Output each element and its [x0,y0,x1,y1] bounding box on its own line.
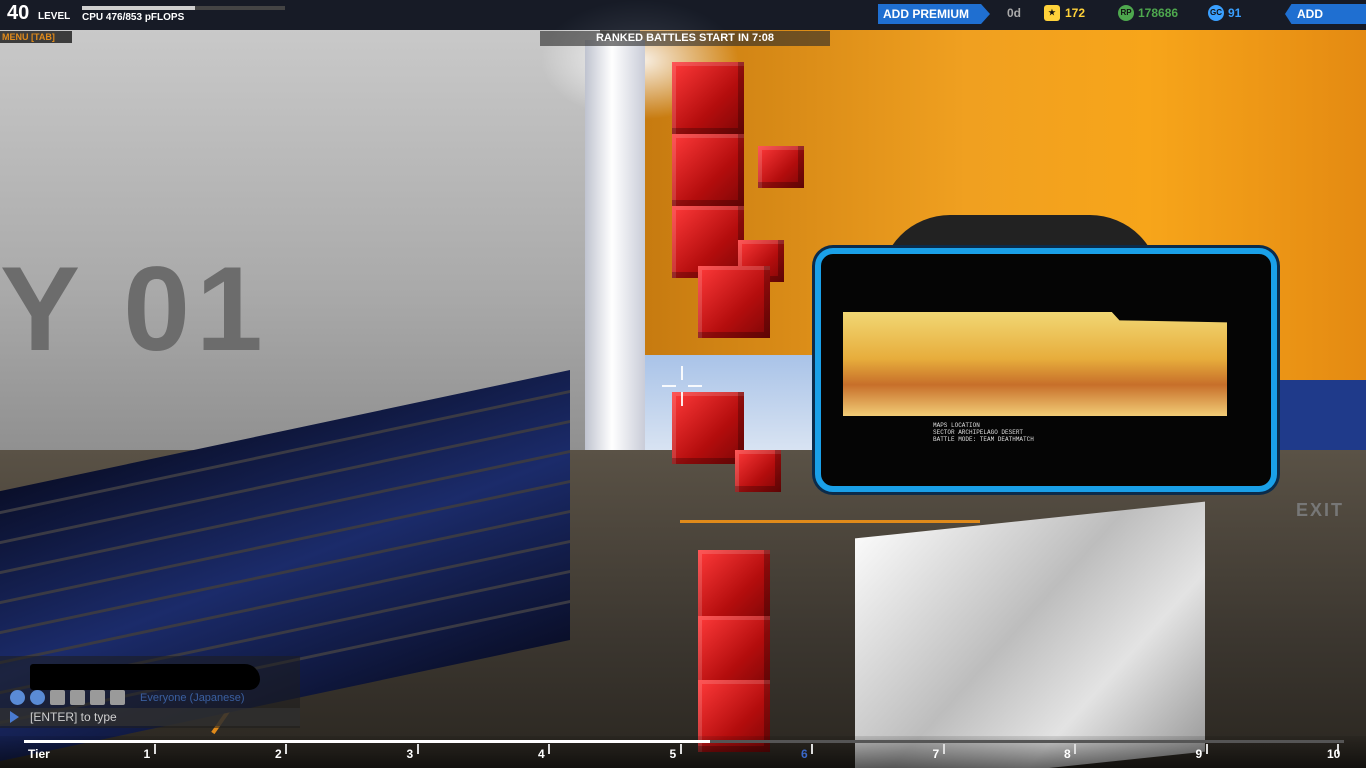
chat-input[interactable]: [ENTER] to type [0,708,300,726]
galaxy-cosmetic-count: 91 [1228,6,1242,20]
tier-tick [153,744,156,754]
level-label: LEVEL [38,11,71,22]
user3-icon[interactable] [110,690,125,706]
tier-number: 10 [1327,747,1341,761]
wall-marking: Y 01 [0,242,269,376]
tier-number: 5 [669,747,677,761]
crosshair-icon [662,366,702,406]
chat-channel-icons [10,689,130,706]
user2-icon[interactable] [90,690,105,706]
red-cube[interactable] [698,616,770,688]
vent-slat [0,510,570,635]
party-icon[interactable] [50,690,65,706]
tier-tick [942,744,945,754]
chat-placeholder: [ENTER] to type [30,710,117,724]
tier-tick [1074,744,1076,754]
vent-slat [0,480,570,605]
map-preview-monitor: MAPS LOCATION SECTOR ARCHIPELAGO DESERT … [815,248,1277,492]
tier-track [24,740,1344,743]
person-icon[interactable] [30,690,45,706]
red-cube[interactable] [735,450,781,492]
vent-slat [0,540,570,665]
cpu-bar-fill [82,6,196,10]
menu-tab-button[interactable]: MENU [TAB] [0,31,72,43]
add-funds-button[interactable]: ADD FUNDS [1285,4,1366,24]
floor-stripe-right [680,520,980,523]
chat-arrow-icon [10,711,19,723]
ranked-battles-banner: RANKED BATTLES START IN 7:08 [540,31,830,46]
red-cube[interactable] [698,550,770,622]
add-premium-button[interactable]: ADD PREMIUM [878,4,990,24]
stars-count: 172 [1065,6,1086,20]
robit-points-count: 178686 [1138,6,1179,20]
robit-points-icon: RP [1118,5,1134,21]
premium-days: 0d [1007,6,1022,20]
level-number: 40 [7,2,30,24]
tier-tick [811,744,813,754]
user1-icon[interactable] [70,690,85,706]
cpu-bar [82,6,285,10]
red-cube[interactable] [672,62,744,134]
red-cube[interactable] [672,134,744,206]
galaxy-cosmetic-icon: GC [1208,5,1224,21]
tier-tick [1205,744,1208,754]
chat-channel-label: Everyone (Japanese) [140,692,245,704]
tier-number: 8 [1064,747,1071,761]
top-hud-bar: 40 LEVEL CPU 476/853 pFLOPS ADD PREMIUM … [0,0,1366,30]
tier-number: 1 [143,747,151,761]
cpu-readout: CPU 476/853 pFLOPS [82,12,185,23]
chat-panel: Everyone (Japanese) [ENTER] to type [0,656,300,728]
tier-progress-fill [24,740,711,743]
map-info-text: MAPS LOCATION SECTOR ARCHIPELAGO DESERT … [933,422,1034,443]
exit-sign: EXIT [1296,500,1345,520]
tier-progress-bar: Tier 1 2 3 4 5 6 7 8 9 10 [0,736,1366,768]
white-cube[interactable] [855,501,1205,768]
tier-number: 3 [406,747,414,761]
tier-number: 7 [932,747,940,761]
tier-number: 6 [801,747,808,761]
redacted-chat-message [30,664,260,690]
star-icon: ★ [1044,5,1060,21]
tier-number: 4 [538,747,545,761]
red-cube[interactable] [758,146,804,188]
tier-number: 9 [1195,747,1203,761]
tier-tick [679,744,682,754]
tier-number: 2 [275,747,282,761]
map-preview-image [843,312,1227,416]
tier-label: Tier [28,747,50,761]
tier-tick [548,744,550,754]
game-scene[interactable]: Y 01 MAPS LOCATION SECTOR ARCHIPELAGO DE… [0,0,1366,768]
tier-tick [285,744,287,754]
white-pillar [585,40,645,460]
tier-tick [416,744,419,754]
red-cube[interactable] [698,266,770,338]
globe-icon[interactable] [10,690,25,706]
